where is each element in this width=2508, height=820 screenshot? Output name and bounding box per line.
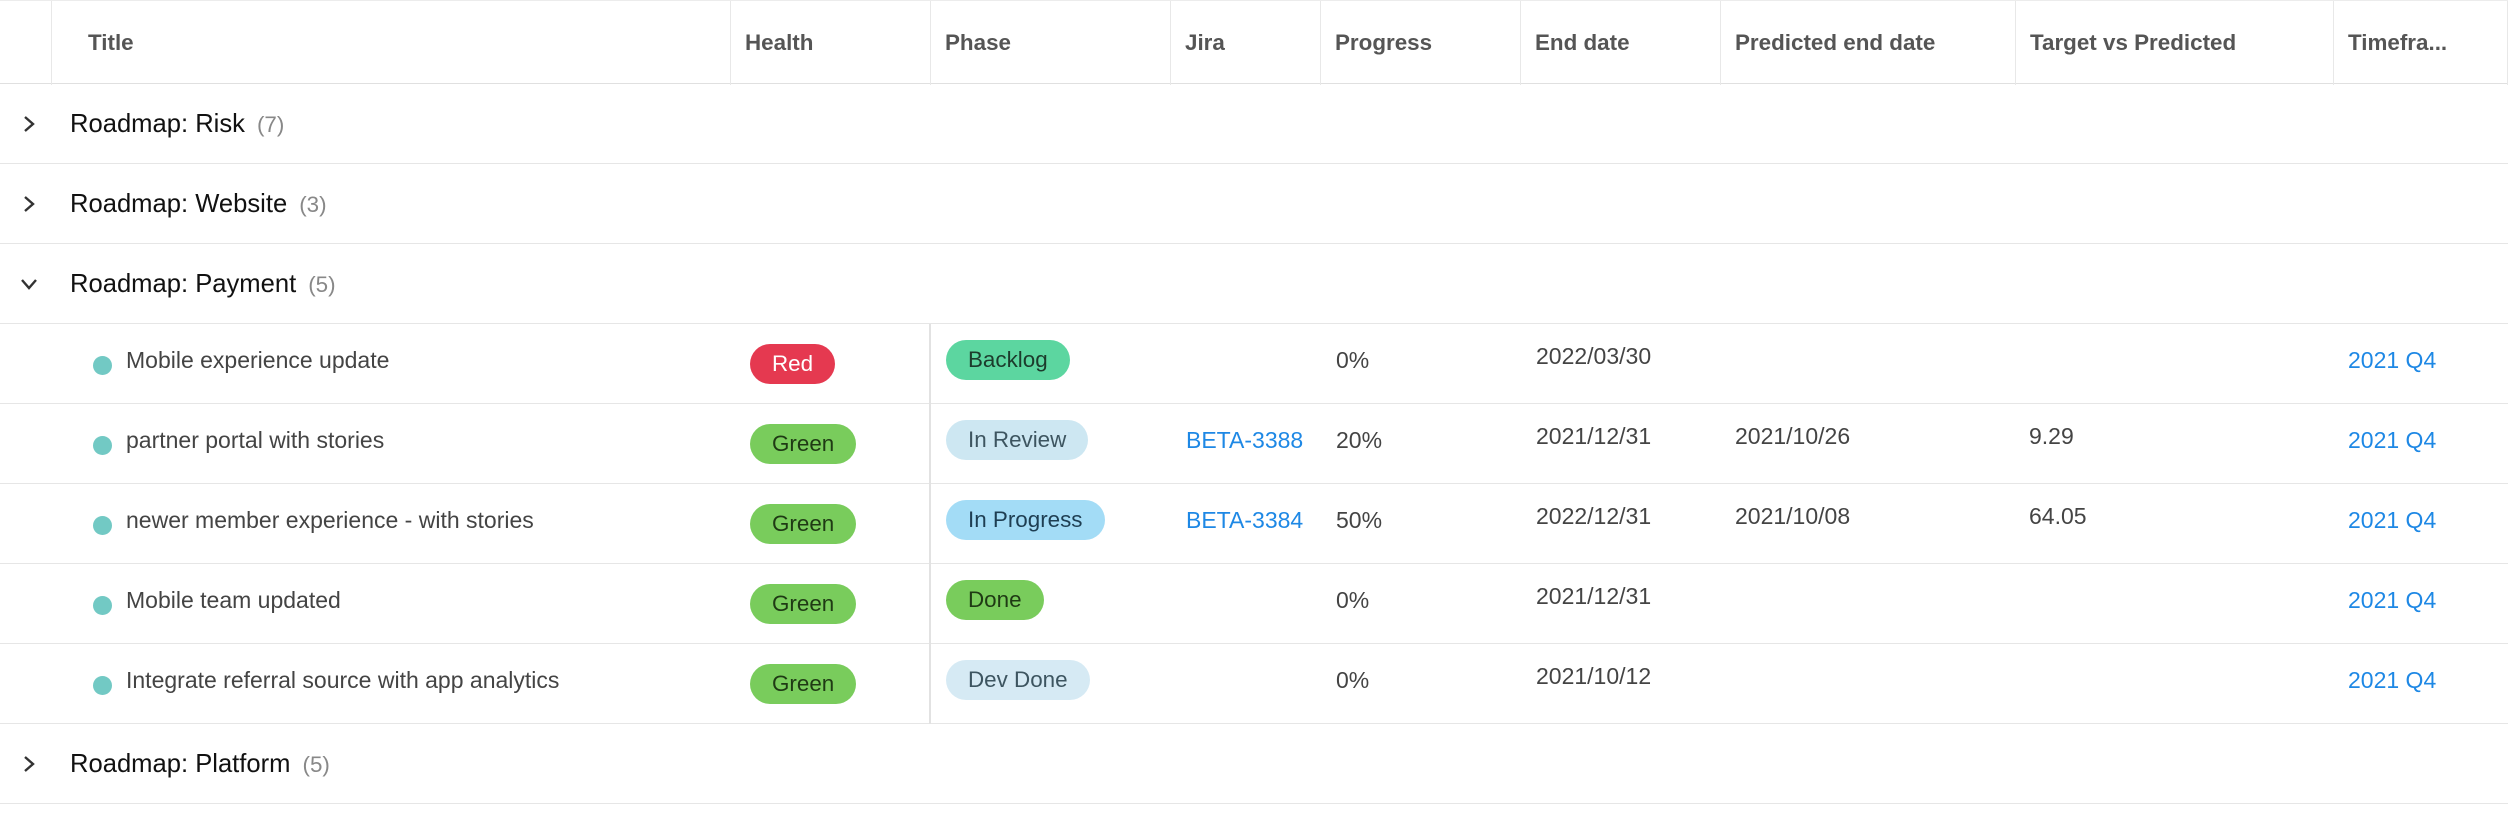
health-badge[interactable]: Green: [750, 504, 857, 544]
progress-value: 0%: [1336, 587, 1370, 613]
end-date-value: 2021/12/31: [1536, 583, 1652, 609]
status-dot-icon: [93, 436, 112, 455]
column-header-predicted-end-date[interactable]: Predicted end date: [1720, 1, 2015, 85]
group-row-payment[interactable]: Roadmap: Payment (5): [0, 244, 2508, 324]
timeframe-link[interactable]: 2021 Q4: [2348, 484, 2436, 564]
row-handle-header: [0, 1, 52, 85]
item-title[interactable]: newer member experience - with stories: [126, 484, 534, 564]
group-title: Roadmap: Payment (5): [70, 270, 336, 298]
timeframe-link[interactable]: 2021 Q4: [2348, 404, 2436, 484]
column-header-timeframe[interactable]: Timefra...: [2333, 1, 2508, 85]
end-date-value: 2022/12/31: [1536, 503, 1652, 529]
health-badge[interactable]: Green: [750, 664, 857, 704]
group-title: Roadmap: Risk (7): [70, 110, 285, 138]
column-divider: [929, 324, 931, 404]
column-divider: [929, 404, 931, 484]
predicted-end-date-value: 2021/10/26: [1735, 423, 1851, 449]
group-title: Roadmap: Website (3): [70, 190, 327, 218]
target-vs-predicted-value: 9.29: [2029, 423, 2074, 449]
group-title: Roadmap: Platform (5): [70, 750, 330, 778]
group-count: (7): [256, 112, 285, 137]
status-dot-icon: [93, 676, 112, 695]
group-count: (5): [308, 272, 336, 297]
status-dot-icon: [93, 596, 112, 615]
phase-badge[interactable]: In Progress: [946, 500, 1105, 540]
column-divider: [929, 484, 931, 564]
column-header-title[interactable]: Title: [74, 1, 730, 85]
table-row[interactable]: newer member experience - with stories G…: [0, 484, 2508, 564]
chevron-right-icon[interactable]: [14, 109, 44, 139]
table-row[interactable]: Mobile team updated Green Done 0% 2021/1…: [0, 564, 2508, 644]
status-dot-icon: [93, 516, 112, 535]
column-header-health[interactable]: Health: [730, 1, 930, 85]
phase-badge[interactable]: In Review: [946, 420, 1089, 460]
table-row[interactable]: Integrate referral source with app analy…: [0, 644, 2508, 724]
end-date-value: 2021/10/12: [1536, 663, 1652, 689]
group-count: (5): [302, 752, 330, 777]
health-badge[interactable]: Red: [750, 344, 836, 384]
column-divider: [929, 644, 931, 724]
column-header-progress[interactable]: Progress: [1320, 1, 1520, 85]
group-row-risk[interactable]: Roadmap: Risk (7): [0, 84, 2508, 164]
header-row: Title Health Phase Jira Progress End dat…: [0, 0, 2508, 85]
phase-badge[interactable]: Done: [946, 580, 1044, 620]
table-row[interactable]: partner portal with stories Green In Rev…: [0, 404, 2508, 484]
item-title[interactable]: Integrate referral source with app analy…: [126, 644, 559, 724]
predicted-end-date-value: 2021/10/08: [1735, 503, 1851, 529]
status-dot-icon: [93, 356, 112, 375]
item-title[interactable]: Mobile experience update: [126, 324, 389, 404]
group-row-platform[interactable]: Roadmap: Platform (5): [0, 724, 2508, 804]
column-header-target-vs-predicted[interactable]: Target vs Predicted: [2015, 1, 2333, 85]
timeframe-link[interactable]: 2021 Q4: [2348, 564, 2436, 644]
chevron-right-icon[interactable]: [14, 749, 44, 779]
progress-value: 0%: [1336, 667, 1370, 693]
progress-value: 50%: [1336, 507, 1383, 533]
health-badge[interactable]: Green: [750, 584, 857, 624]
chevron-down-icon[interactable]: [14, 269, 44, 299]
progress-value: 0%: [1336, 347, 1370, 373]
phase-badge[interactable]: Dev Done: [946, 660, 1090, 700]
jira-link[interactable]: BETA-3384: [1186, 484, 1303, 564]
group-row-website[interactable]: Roadmap: Website (3): [0, 164, 2508, 244]
progress-value: 20%: [1336, 427, 1383, 453]
column-header-end-date[interactable]: End date: [1520, 1, 1720, 85]
jira-link[interactable]: BETA-3388: [1186, 404, 1303, 484]
item-title[interactable]: partner portal with stories: [126, 404, 384, 484]
group-count: (3): [299, 192, 327, 217]
phase-badge[interactable]: Backlog: [946, 340, 1070, 380]
table-row[interactable]: Mobile experience update Red Backlog 0% …: [0, 324, 2508, 404]
chevron-right-icon[interactable]: [14, 189, 44, 219]
end-date-value: 2021/12/31: [1536, 423, 1652, 449]
health-badge[interactable]: Green: [750, 424, 857, 464]
column-divider: [929, 564, 931, 644]
timeframe-link[interactable]: 2021 Q4: [2348, 324, 2436, 404]
timeframe-link[interactable]: 2021 Q4: [2348, 644, 2436, 724]
column-header-phase[interactable]: Phase: [930, 1, 1170, 85]
target-vs-predicted-value: 64.05: [2029, 503, 2087, 529]
roadmap-grid: Title Health Phase Jira Progress End dat…: [0, 0, 2508, 820]
item-title[interactable]: Mobile team updated: [126, 564, 341, 644]
end-date-value: 2022/03/30: [1536, 343, 1652, 369]
column-header-jira[interactable]: Jira: [1170, 1, 1320, 85]
